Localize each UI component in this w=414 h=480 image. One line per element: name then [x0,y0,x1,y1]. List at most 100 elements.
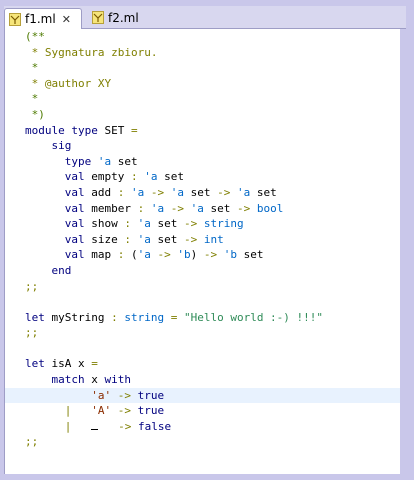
code-token: 'b [223,248,244,262]
code-token: isA x [51,357,92,371]
code-token: -> [217,185,237,199]
code-token: = [130,123,138,137]
code-line[interactable]: ;; [25,279,401,295]
ocaml-file-icon [9,12,21,26]
code-token: false [137,419,172,433]
code-token: ( [130,248,138,262]
code-line[interactable]: (** [25,29,401,45]
code-line[interactable]: sig [25,138,401,154]
code-token: *) [25,107,45,121]
code-token: "Hello world :-) !!!" [183,310,324,324]
code-line[interactable]: * [25,91,401,107]
code-token: * [25,92,39,106]
code-token: 'A' [91,404,118,418]
code-token: map [91,248,118,262]
code-token: let [25,310,52,324]
code-token: -> [183,232,204,246]
code-line[interactable]: let myString : string = "Hello world :-)… [25,310,401,326]
code-line[interactable]: type 'a set [25,154,401,170]
code-text[interactable]: (** * Sygnatura zbioru. * * @author XY *… [5,29,401,450]
editor-right-border [400,29,408,474]
editor-gutter [5,29,11,474]
code-line[interactable]: | 'A' -> true [25,403,401,419]
tab-bar: f1.ml ✕ f2.ml [4,6,406,29]
code-token: 'a [144,170,165,184]
code-token: string [124,310,171,324]
code-editor[interactable]: (** * Sygnatura zbioru. * * @author XY *… [4,29,401,474]
code-token: set [190,185,218,199]
tab-f1-ml[interactable]: f1.ml ✕ [4,8,82,29]
code-token: 'a [137,232,158,246]
code-token: (** [25,30,45,43]
code-token: set [164,170,184,184]
editor-window: f1.ml ✕ f2.ml (** * Sygnatura zbioru. * … [0,0,414,480]
code-line[interactable]: end [25,263,401,279]
code-token: | [25,404,92,418]
code-line[interactable]: match x with [25,372,401,388]
code-line[interactable]: val size : 'a set -> int [25,232,401,248]
code-token: 'a [236,185,257,199]
code-token: let [25,357,52,371]
code-token: member [91,201,138,215]
code-token: | [25,419,92,433]
code-token: : [124,232,138,246]
close-icon[interactable]: ✕ [62,13,71,26]
code-line[interactable]: *) [25,107,401,123]
code-token: match [25,373,92,387]
code-token: -> [117,388,138,402]
code-line[interactable]: val add : 'a -> 'a set -> 'a set [25,185,401,201]
code-token: -> [98,419,138,433]
code-line[interactable] [25,294,401,310]
code-token: ;; [25,435,39,449]
code-token: 'b [177,248,191,262]
window-bottom-border [4,474,408,480]
code-token: val [25,248,92,262]
code-line[interactable] [25,341,401,357]
code-token: end [25,263,72,277]
code-line[interactable]: 'a' -> true [5,387,401,404]
code-line[interactable]: val show : 'a set -> string [25,216,401,232]
code-token: : [124,217,138,231]
code-token: true [137,404,165,418]
code-token: : [117,185,131,199]
code-token: x [91,373,105,387]
code-token: : [117,248,131,262]
tab-f2-ml[interactable]: f2.ml [88,8,164,27]
code-line[interactable]: ;; [25,434,401,450]
code-token: 'a [190,201,211,215]
code-token: 'a [150,201,171,215]
code-token: * Sygnatura zbioru. [25,45,158,59]
code-token: show [91,217,125,231]
code-line[interactable]: module type SET = [25,123,401,139]
code-token: -> [183,217,204,231]
code-line[interactable]: * [25,60,401,76]
code-token: -> [236,201,257,215]
code-token: * @author XY [25,76,112,90]
code-token: add [91,185,118,199]
code-line[interactable]: val empty : 'a set [25,169,401,185]
code-token: -> [157,248,178,262]
code-token: true [137,388,165,402]
code-line[interactable]: * @author XY [25,76,401,92]
code-token: 'a [97,154,118,168]
code-token: with [104,373,131,387]
code-token: 'a [137,217,158,231]
code-token: set [157,232,184,246]
code-token: -> [203,248,224,262]
code-token: ;; [25,326,39,340]
code-token: type [25,154,98,168]
code-line[interactable]: val member : 'a -> 'a set -> bool [25,201,401,217]
code-token: 'a [170,185,191,199]
code-token: set [256,185,277,199]
code-token: val [25,170,92,184]
code-token: ) [190,248,204,262]
code-line[interactable]: * Sygnatura zbioru. [25,45,401,61]
code-token: 'a [130,185,151,199]
code-line[interactable]: val map : ('a -> 'b) -> 'b set [25,247,401,263]
code-token: empty [91,170,131,184]
code-line[interactable]: ;; [25,325,401,341]
code-line[interactable]: let isA x = [25,356,401,372]
code-line[interactable]: | -> false [25,419,401,435]
code-token: set [210,201,237,215]
